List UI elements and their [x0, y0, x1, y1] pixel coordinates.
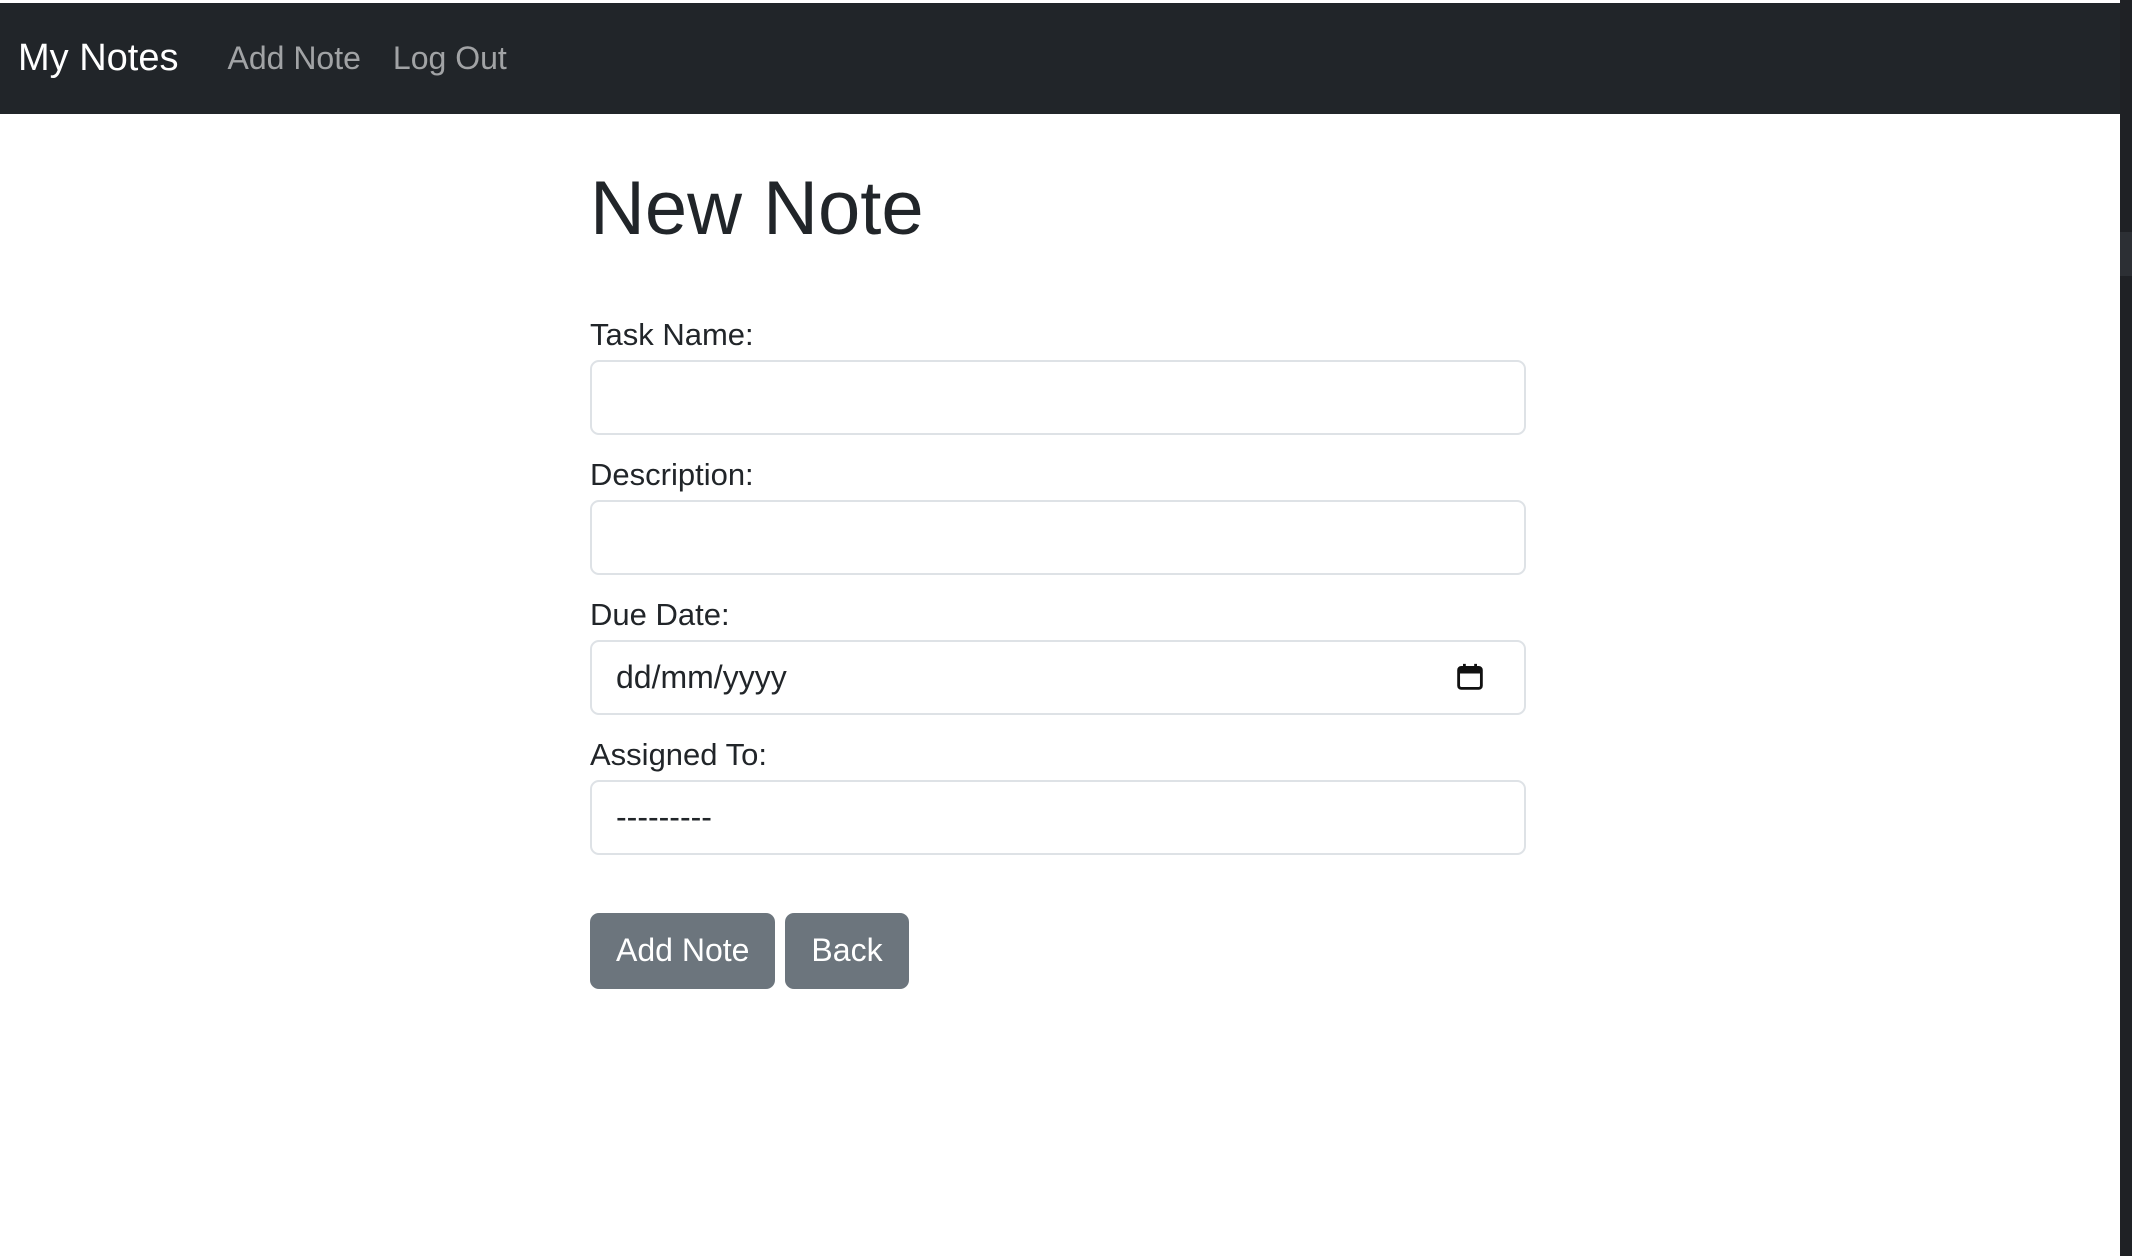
- navbar-brand[interactable]: My Notes: [18, 37, 178, 80]
- due-date-field: Due Date: dd/mm/yyyy: [590, 599, 1526, 715]
- right-edge-mark: [2120, 232, 2132, 276]
- add-note-button[interactable]: Add Note: [590, 912, 776, 989]
- page-title: New Note: [590, 166, 924, 251]
- browser-viewport: My Notes Add Note Log Out New Note Task …: [0, 0, 2120, 1256]
- navbar: My Notes Add Note Log Out: [0, 3, 2120, 114]
- nav-link-log-out[interactable]: Log Out: [393, 40, 507, 77]
- main-container: New Note Task Name: Description: Due Dat…: [590, 114, 1526, 989]
- description-label: Description:: [590, 456, 754, 492]
- task-name-field: Task Name:: [590, 319, 1526, 435]
- task-name-label: Task Name:: [590, 316, 754, 352]
- task-name-input[interactable]: [590, 359, 1526, 435]
- assigned-to-field: Assigned To: ---------: [590, 739, 1526, 855]
- description-field: Description:: [590, 459, 1526, 575]
- assigned-to-selected: ---------: [616, 798, 712, 835]
- due-date-label: Due Date:: [590, 596, 730, 632]
- nav-link-add-note[interactable]: Add Note: [227, 40, 360, 77]
- due-date-placeholder: dd/mm/yyyy: [616, 658, 787, 695]
- calendar-icon[interactable]: [1456, 663, 1484, 691]
- due-date-input[interactable]: dd/mm/yyyy: [590, 639, 1526, 715]
- page: My Notes Add Note Log Out New Note Task …: [0, 0, 2132, 1256]
- new-note-form: Task Name: Description: Due Date: dd/mm/…: [590, 319, 1526, 989]
- assigned-to-select[interactable]: ---------: [590, 779, 1526, 855]
- description-input[interactable]: [590, 499, 1526, 575]
- right-edge-strip: [2120, 0, 2132, 1256]
- assigned-to-label: Assigned To:: [590, 736, 767, 772]
- back-button[interactable]: Back: [785, 912, 909, 989]
- form-buttons: Add Note Back: [590, 912, 1526, 989]
